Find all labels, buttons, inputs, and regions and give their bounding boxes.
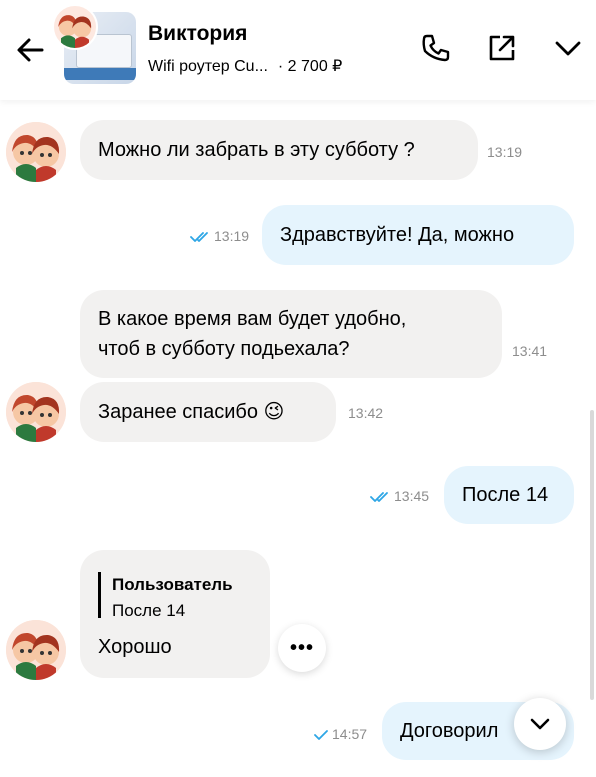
arrow-left-icon [17, 38, 44, 62]
external-link-icon [489, 35, 515, 61]
message-status-time: 14:57 [314, 726, 367, 742]
open-item-button[interactable] [484, 30, 520, 66]
phone-icon [422, 34, 450, 62]
message-bubble-incoming[interactable]: В какое время вам будет удобно, чтоб в с… [80, 290, 502, 378]
message-text: Заранее спасибо 😉 [98, 401, 285, 423]
more-dots-icon: ••• [289, 637, 314, 659]
message-bubble-outgoing[interactable]: Здравствуйте! Да, можно [262, 205, 574, 265]
message-time: 13:41 [512, 343, 548, 359]
message-bubble-incoming[interactable]: Можно ли забрать в эту субботу ? [80, 120, 478, 180]
call-button[interactable] [418, 30, 454, 66]
sender-avatar[interactable] [6, 122, 66, 182]
sender-avatar[interactable] [6, 382, 66, 442]
message-bubble-incoming[interactable]: Заранее спасибо 😉 [80, 382, 336, 442]
item-price: · 2 700 ₽ [277, 58, 343, 75]
back-button[interactable] [12, 32, 48, 68]
scrollbar[interactable] [590, 410, 594, 700]
message-time: 13:42 [348, 405, 384, 421]
message-more-button[interactable]: ••• [278, 624, 326, 672]
message-status-time: 13:45 [370, 488, 429, 504]
sender-avatar[interactable] [6, 620, 66, 680]
contact-avatar [52, 4, 98, 50]
chat-header: Виктория Wifi роутер Cu... · 2 700 ₽ [0, 0, 596, 100]
contact-name[interactable]: Виктория [148, 22, 247, 46]
message-text: Здравствуйте! Да, можно [280, 224, 515, 246]
check-icon [314, 730, 328, 741]
item-summary[interactable]: Wifi роутер Cu... · 2 700 ₽ [148, 56, 342, 76]
message-text: Можно ли забрать в эту субботу ? [98, 139, 415, 161]
item-title: Wifi роутер Cu... [148, 58, 268, 75]
message-status-time: 13:19 [190, 228, 249, 244]
message-text-line: В какое время вам будет удобно, [98, 308, 407, 330]
scroll-to-bottom-button[interactable] [514, 698, 566, 750]
double-check-icon [190, 232, 208, 243]
message-bubble-outgoing[interactable]: После 14 [444, 466, 574, 524]
message-text-line: чтоб в субботу подьехала? [98, 338, 350, 360]
message-text: Хорошо [98, 636, 172, 658]
double-check-icon [370, 492, 388, 503]
chevron-down-icon [555, 41, 581, 56]
message-bubble-incoming-reply[interactable]: Пользователь После 14 Хорошо [80, 550, 270, 678]
message-text: После 14 [462, 484, 549, 506]
message-text: Договорил [400, 720, 499, 742]
quote-text: После 14 [112, 601, 186, 620]
expand-header-button[interactable] [550, 30, 586, 66]
message-time: 13:19 [487, 144, 523, 160]
chevron-down-icon [530, 718, 550, 730]
quote-bar [98, 572, 101, 618]
